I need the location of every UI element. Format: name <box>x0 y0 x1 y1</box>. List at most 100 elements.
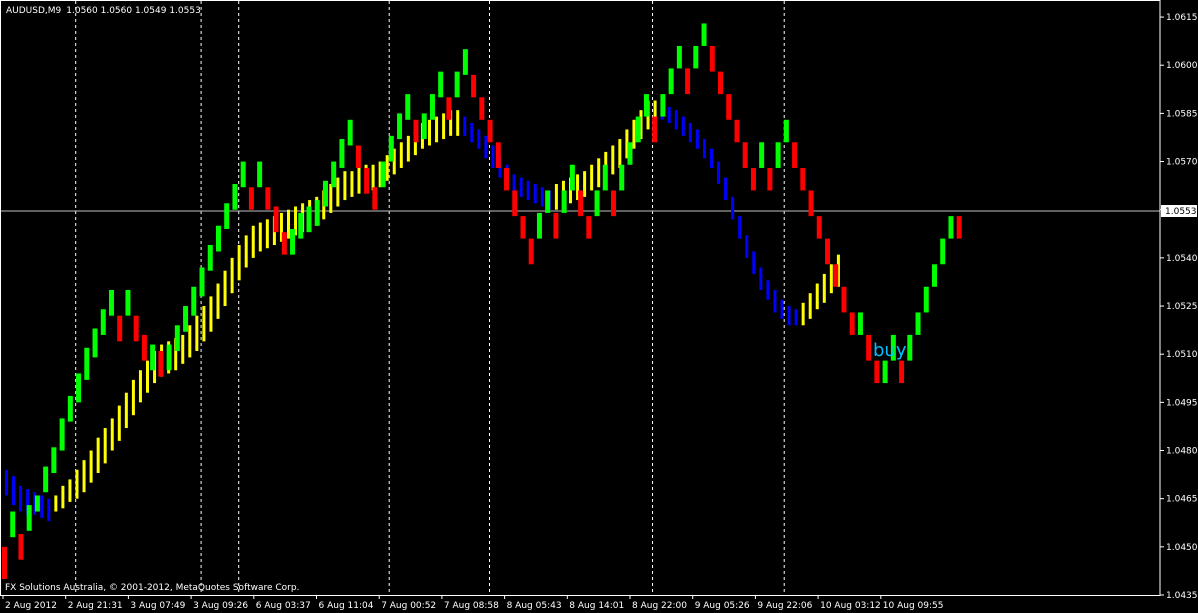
symbol-label: AUDUSD,M9 <box>6 6 62 16</box>
overlay-bar <box>519 177 523 197</box>
current-price-label: 1.0553 <box>1165 207 1197 217</box>
overlay-bar <box>103 428 107 464</box>
ohlc-values: 1.0560 1.0560 1.0549 1.0553 <box>66 6 201 16</box>
candle-bar <box>948 216 954 239</box>
overlay-bar <box>61 485 65 509</box>
x-tick-label: 8 Aug 05:43 <box>507 601 562 611</box>
overlay-bar <box>195 315 199 351</box>
candle-bar <box>627 142 633 165</box>
x-tick-label: 6 Aug 11:04 <box>319 601 374 611</box>
candle-bar <box>413 119 419 143</box>
overlay-bar <box>237 245 241 281</box>
candle-bar <box>141 334 147 361</box>
candle-bar <box>100 309 106 335</box>
overlay-bar <box>766 280 770 300</box>
candle-bar <box>841 286 847 313</box>
overlay-bar <box>583 171 587 197</box>
overlay-bar <box>745 235 749 258</box>
candle-bar <box>347 119 353 146</box>
candle-bar <box>215 225 221 252</box>
candle-bar <box>290 228 296 255</box>
candle-bar <box>158 350 164 377</box>
y-tick-label: 1.0495 <box>1166 398 1198 408</box>
overlay-bar <box>688 123 692 143</box>
overlay-bar <box>822 273 826 303</box>
overlay-bar <box>89 450 93 483</box>
candle-bar <box>495 142 501 168</box>
candle-bar <box>643 94 649 117</box>
overlay-bar <box>19 485 23 512</box>
overlay-bar <box>808 293 812 319</box>
candle-bar <box>931 264 937 287</box>
candle-bar <box>923 286 929 313</box>
candle-bar <box>512 190 518 217</box>
overlay-bar <box>724 177 728 201</box>
overlay-bar <box>188 325 192 358</box>
overlay-bar <box>533 184 537 204</box>
overlay-bar <box>329 184 333 213</box>
candle-bar <box>92 328 98 358</box>
candle-bar <box>660 94 666 117</box>
candle-bar <box>298 212 304 239</box>
candle-bar <box>26 505 32 531</box>
x-tick-label: 10 Aug 03:12 <box>820 601 881 611</box>
candle-bar <box>940 238 946 265</box>
overlay-bar <box>202 306 206 342</box>
candle-bar <box>611 190 617 217</box>
overlay-bar <box>780 299 784 319</box>
candle-bar <box>833 264 839 287</box>
candle-bar <box>504 167 510 191</box>
candle-bar <box>882 360 888 384</box>
candle-bar <box>125 289 131 316</box>
candle-bar <box>224 203 230 229</box>
y-tick-label: 1.0615 <box>1166 13 1198 23</box>
candle-bar <box>322 180 328 207</box>
overlay-bar <box>146 360 149 393</box>
overlay-bar <box>371 164 375 191</box>
candle-bar <box>857 312 863 335</box>
overlay-bar <box>223 270 227 307</box>
candle-bar <box>487 119 493 143</box>
candle-bar <box>405 94 411 120</box>
candle-bar <box>43 466 49 493</box>
overlay-bar <box>68 479 72 502</box>
overlay-bar <box>47 498 51 522</box>
x-tick-label: 8 Aug 14:01 <box>569 601 624 611</box>
overlay-bar <box>357 167 361 194</box>
candle-bar <box>709 45 715 72</box>
y-tick-label: 1.0525 <box>1166 302 1198 312</box>
candle-bar <box>388 135 394 162</box>
candle-bar <box>273 206 279 233</box>
candle-bar <box>578 190 584 217</box>
overlay-bar <box>611 145 615 175</box>
candle-bar <box>849 312 855 335</box>
overlay-bar <box>787 306 791 326</box>
y-tick-label: 1.0585 <box>1166 109 1198 119</box>
price-chart[interactable]: 1.06151.06001.05851.05701.05551.05401.05… <box>0 0 1198 613</box>
candle-bar <box>257 161 263 188</box>
candle-bar <box>150 344 156 371</box>
overlay-bar <box>216 283 220 319</box>
candle-bar <box>652 116 658 143</box>
candle-bar <box>248 187 254 210</box>
overlay-bar <box>702 139 706 159</box>
candle-bar <box>816 216 822 239</box>
candle-bar <box>742 142 748 168</box>
candle-bar <box>907 334 913 361</box>
candle-bar <box>429 94 435 120</box>
candle-bar <box>397 113 403 140</box>
candle-bar <box>602 164 608 191</box>
overlay-bar <box>343 171 347 201</box>
candle-bar <box>18 533 24 560</box>
candle-bar <box>915 312 921 335</box>
candle-bar <box>380 161 386 188</box>
overlay-bar <box>590 164 594 191</box>
x-tick-label: 6 Aug 03:37 <box>256 601 311 611</box>
candle-bar <box>685 68 691 95</box>
candle-bar <box>2 546 7 579</box>
overlay-bar <box>477 129 481 149</box>
y-tick-label: 1.0540 <box>1166 254 1198 264</box>
overlay-bar <box>829 264 833 294</box>
overlay-bar <box>554 184 558 210</box>
candle-bar <box>84 347 90 380</box>
